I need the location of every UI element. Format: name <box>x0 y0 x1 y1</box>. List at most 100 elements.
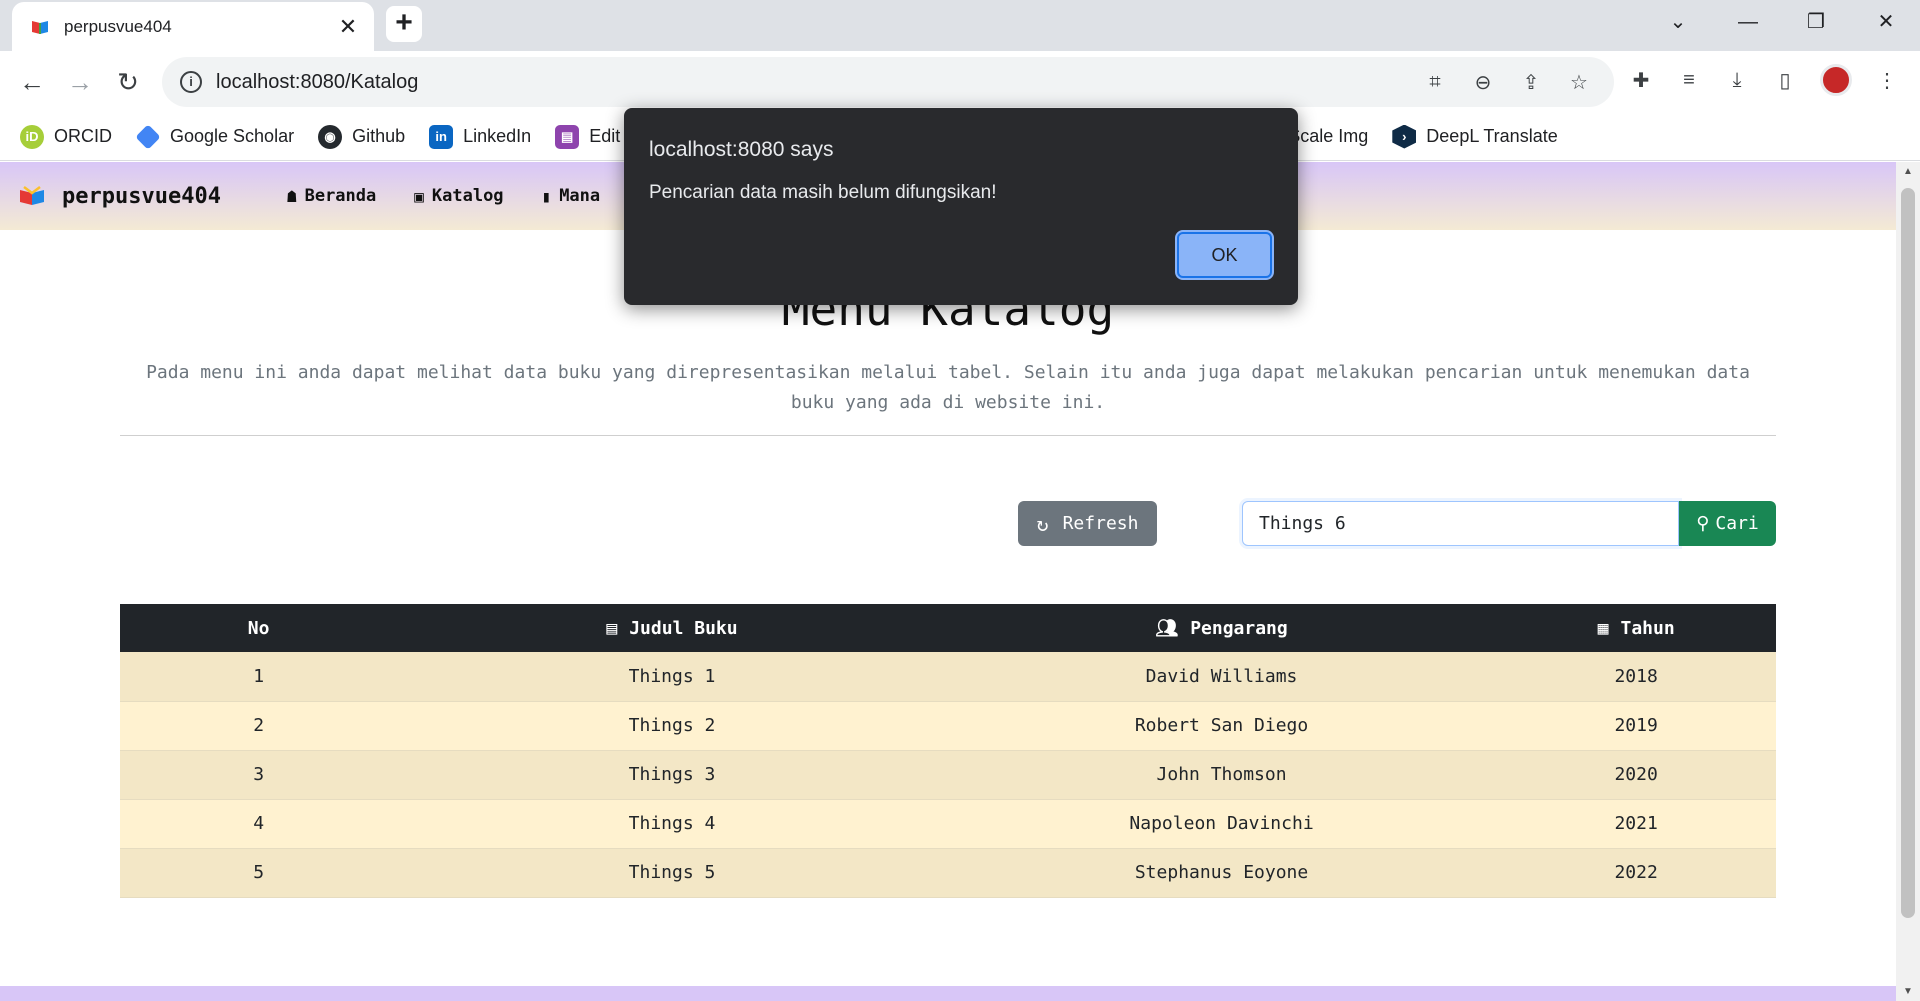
bookmark-orcid[interactable]: iD ORCID <box>20 124 112 149</box>
header-label: Judul Buku <box>629 617 738 639</box>
site-info-icon[interactable]: i <box>180 71 202 93</box>
zoom-out-icon[interactable]: ⊖ <box>1470 69 1496 95</box>
minimize-icon[interactable]: — <box>1728 8 1768 36</box>
cell-pengarang: Napoleon Davinchi <box>946 799 1497 849</box>
cell-judul: Things 3 <box>397 750 947 800</box>
bookmark-label: ORCID <box>54 126 112 146</box>
scrollbar-thumb[interactable] <box>1901 188 1915 918</box>
header-label: Tahun <box>1620 617 1675 639</box>
back-arrow-icon[interactable]: ← <box>14 64 50 100</box>
cell-pengarang: David Williams <box>946 652 1497 702</box>
header-label: Pengarang <box>1190 617 1288 639</box>
linkedin-icon: in <box>429 124 454 149</box>
browser-toolbar: ← → ↻ i localhost:8080/Katalog ⌗ ⊖ ⇪ ☆ ✚… <box>0 51 1920 113</box>
profile-avatar[interactable] <box>1820 64 1852 96</box>
site-favicon-icon <box>32 20 48 34</box>
alert-message: Pencarian data masih belum difungsikan! <box>649 182 997 203</box>
bookmark-label: Github <box>352 126 406 146</box>
header-pengarang: 👥︎ Pengarang <box>946 604 1497 652</box>
cell-no: 4 <box>120 799 398 849</box>
share-icon[interactable]: ⇪ <box>1518 69 1544 95</box>
media-playlist-icon[interactable]: ≡ <box>1676 67 1702 93</box>
refresh-button[interactable]: ↻ Refresh <box>1018 501 1157 546</box>
cell-tahun: 2019 <box>1496 701 1776 751</box>
translate-icon[interactable]: ⌗ <box>1422 69 1448 95</box>
reload-icon[interactable]: ↻ <box>110 64 146 100</box>
alert-ok-button[interactable]: OK <box>1177 232 1272 278</box>
extensions-puzzle-icon[interactable]: ✚ <box>1628 67 1654 93</box>
cell-judul: Things 5 <box>397 848 947 898</box>
scroll-down-icon[interactable]: ▼ <box>1896 986 1920 997</box>
page-description: Pada menu ini anda dapat melihat data bu… <box>146 362 1750 413</box>
search-input[interactable] <box>1242 501 1679 546</box>
bookmark-label: DeepL Translate <box>1426 126 1558 146</box>
cell-pengarang: John Thomson <box>946 750 1497 800</box>
search-icon: ⚲ <box>1696 513 1710 534</box>
address-url[interactable]: localhost:8080/Katalog <box>216 71 1422 94</box>
nav-katalog[interactable]: ▣ Katalog <box>414 186 503 206</box>
footer-strip <box>0 986 1896 1001</box>
tab-title: perpusvue404 <box>64 16 172 36</box>
alert-title: localhost:8080 says <box>649 138 834 161</box>
browser-tab-strip: perpusvue404 ✕ + ⌄ — ❐ ✕ <box>0 0 1920 51</box>
page-scrollbar[interactable]: ▲ ▼ <box>1896 162 1920 1001</box>
table-row: 1 Things 1 David Williams 2018 <box>120 652 1776 702</box>
divider <box>120 435 1776 436</box>
bookmark-github[interactable]: ◉ Github <box>318 124 406 149</box>
brand-logo-icon <box>20 186 44 205</box>
header-judul-buku: ▤ Judul Buku <box>397 604 947 652</box>
header-tahun: ▦ Tahun <box>1496 604 1776 652</box>
cell-tahun: 2021 <box>1496 799 1776 849</box>
table-row: 2 Things 2 Robert San Diego 2019 <box>120 701 1776 751</box>
nav-label: Katalog <box>431 186 504 206</box>
brand-name: perpusvue404 <box>62 183 221 209</box>
bookmark-label: LinkedIn <box>463 126 532 146</box>
nav-manajemen[interactable]: ▮ Mana <box>542 186 601 206</box>
search-button[interactable]: ⚲ Cari <box>1679 501 1776 546</box>
bookmark-label: Google Scholar <box>170 126 295 146</box>
table-row: 3 Things 3 John Thomson 2020 <box>120 750 1776 800</box>
edit-bookmark-icon: ▤ <box>555 124 580 149</box>
download-icon[interactable]: ⤓ <box>1724 67 1750 93</box>
home-icon: ☗ <box>286 186 297 206</box>
header-label: No <box>247 617 270 639</box>
calendar-icon: ▦ <box>1597 617 1609 639</box>
refresh-icon: ↻ <box>1036 511 1049 536</box>
deepl-icon: › <box>1392 124 1417 149</box>
close-window-icon[interactable]: ✕ <box>1866 8 1906 36</box>
header-no: No <box>120 604 398 652</box>
new-tab-button[interactable]: + <box>386 6 422 42</box>
bookmark-star-icon[interactable]: ☆ <box>1566 69 1592 95</box>
cell-tahun: 2018 <box>1496 652 1776 702</box>
cell-pengarang: Stephanus Eoyone <box>946 848 1497 898</box>
nav-beranda[interactable]: ☗ Beranda <box>287 186 376 206</box>
table-row: 4 Things 4 Napoleon Davinchi 2021 <box>120 799 1776 849</box>
scroll-up-icon[interactable]: ▲ <box>1896 166 1920 177</box>
bookmark-google-scholar[interactable]: Google Scholar <box>135 123 295 150</box>
nav-label: Beranda <box>304 186 377 206</box>
bookmark-edit[interactable]: ▤ Edit <box>555 124 621 149</box>
bookmark-label: Edit <box>589 126 621 146</box>
book-open-icon: ▮ <box>541 186 552 206</box>
cell-judul: Things 2 <box>397 701 947 751</box>
table-header-row: No ▤ Judul Buku 👥︎ Pengarang ▦ Tahun <box>120 604 1776 652</box>
catalog-table: No ▤ Judul Buku 👥︎ Pengarang ▦ Tahun 1 Thin… <box>120 604 1776 898</box>
cell-no: 2 <box>120 701 398 751</box>
tab-search-chevron-icon[interactable]: ⌄ <box>1658 8 1698 36</box>
side-panel-icon[interactable]: ▯ <box>1772 67 1798 93</box>
address-bar[interactable]: i localhost:8080/Katalog ⌗ ⊖ ⇪ ☆ <box>162 57 1614 107</box>
cell-tahun: 2022 <box>1496 848 1776 898</box>
browser-menu-icon[interactable]: ⋮ <box>1874 67 1900 93</box>
bookmark-deepl[interactable]: › DeepL Translate <box>1392 124 1558 149</box>
cell-no: 3 <box>120 750 398 800</box>
browser-tab-active[interactable]: perpusvue404 ✕ <box>12 2 374 51</box>
tab-close-icon[interactable]: ✕ <box>336 14 360 40</box>
search-button-label: Cari <box>1715 513 1759 534</box>
restore-window-icon[interactable]: ❐ <box>1796 8 1836 36</box>
bookmark-linkedin[interactable]: in LinkedIn <box>429 124 532 149</box>
people-icon: 👥︎ <box>1155 617 1179 639</box>
orcid-icon: iD <box>20 124 44 149</box>
cell-judul: Things 4 <box>397 799 947 849</box>
brand[interactable]: perpusvue404 <box>18 184 221 209</box>
forward-arrow-icon[interactable]: → <box>62 64 98 100</box>
